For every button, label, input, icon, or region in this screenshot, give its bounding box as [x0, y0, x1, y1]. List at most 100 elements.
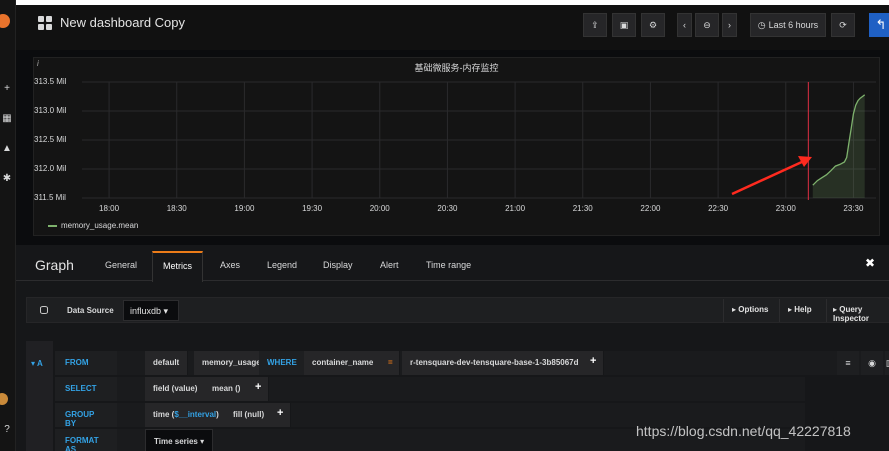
zoom-out-icon: ⊖ — [703, 19, 711, 30]
zoom-out-button[interactable]: ⊖ — [695, 13, 719, 37]
time-back-button[interactable]: ‹ — [677, 13, 692, 37]
x-axis-tick: 18:00 — [99, 204, 120, 213]
clock-icon: ◷ — [757, 19, 766, 30]
datasource-label: Data Source — [67, 306, 114, 315]
save-icon: ▣ — [619, 19, 629, 30]
options-button[interactable]: ▸ Options — [723, 299, 777, 322]
help-button[interactable]: ▸ Help — [779, 299, 820, 322]
save-button[interactable]: ▣ — [612, 13, 636, 37]
annotation-arrow-shaft — [731, 159, 805, 196]
help-icon[interactable]: ? — [0, 423, 14, 437]
format-as-keyword: FORMAT AS — [55, 429, 117, 451]
format-as-value: Time series — [154, 437, 198, 446]
tab-alert[interactable]: Alert — [380, 260, 399, 270]
graph-plot-area[interactable] — [34, 58, 881, 237]
where-value-segment[interactable]: r-tensquare-dev-tensquare-base-1-3b85067… — [402, 351, 588, 375]
query-from-row: FROM default memory_usage WHERE containe… — [55, 351, 889, 375]
alerting-bell-icon[interactable]: ▲ — [0, 142, 14, 156]
user-avatar[interactable] — [0, 393, 8, 405]
where-operator-segment[interactable]: = — [380, 351, 400, 375]
options-label: Options — [738, 305, 769, 314]
y-axis-tick: 312.5 Mil — [34, 135, 67, 144]
legend-series-label: memory_usage.mean — [61, 221, 139, 230]
database-icon — [40, 306, 48, 314]
gear-icon: ⚙ — [648, 19, 658, 30]
groupby-time-segment[interactable]: time ($__interval) — [145, 403, 228, 427]
configuration-gear-icon[interactable]: ✱ — [0, 172, 14, 186]
plus-icon[interactable]: + — [0, 82, 14, 96]
eye-icon: ◉ — [868, 358, 876, 368]
delete-query-button[interactable]: ▥ — [885, 351, 889, 375]
grafana-logo-icon[interactable] — [0, 14, 10, 28]
back-arrow-icon: ↰ — [875, 17, 887, 32]
where-keyword: WHERE — [259, 351, 306, 375]
dashboard-title-text: New dashboard Copy — [60, 15, 186, 30]
format-as-select[interactable]: Time series ▾ — [145, 429, 214, 451]
select-keyword: SELECT — [55, 377, 117, 401]
back-to-dashboard-button[interactable]: ↰ — [869, 13, 889, 37]
series-area-fill — [812, 94, 865, 198]
where-key-segment[interactable]: container_name — [304, 351, 383, 375]
retention-policy-segment[interactable]: default — [145, 351, 189, 375]
x-axis-tick: 22:30 — [708, 204, 729, 213]
editor-panel-type: Graph — [35, 257, 74, 273]
add-select-button[interactable]: + — [248, 377, 270, 401]
dashboard-grid-icon — [38, 15, 52, 30]
refresh-icon: ⟳ — [839, 19, 847, 30]
groupby-interval-variable: $__interval — [174, 410, 217, 419]
select-field-segment[interactable]: field (value) — [145, 377, 207, 401]
x-axis-tick: 23:00 — [775, 204, 796, 213]
chevron-left-icon: ‹ — [683, 20, 686, 30]
x-axis-tick: 23:30 — [843, 204, 864, 213]
y-axis-tick: 313.0 Mil — [34, 106, 67, 115]
query-ref-letter: A — [36, 359, 43, 368]
x-axis-tick: 21:00 — [505, 204, 526, 213]
tab-legend[interactable]: Legend — [267, 260, 297, 270]
side-menu: + ▦ ▲ ✱ ? — [0, 0, 16, 451]
select-function-segment[interactable]: mean () — [204, 377, 250, 401]
csdn-watermark: https://blog.csdn.net/qq_42227818 — [636, 423, 851, 439]
query-select-row: SELECT field (value) mean () + — [55, 377, 805, 401]
x-axis-tick: 19:30 — [302, 204, 323, 213]
x-axis-tick: 19:00 — [234, 204, 255, 213]
tab-display[interactable]: Display — [323, 260, 353, 270]
dashboard-navbar: New dashboard Copy ⇪ ▣ ⚙ ‹ ⊖ › ◷ Last 6 … — [16, 0, 889, 50]
tab-general[interactable]: General — [105, 260, 137, 270]
dashboards-icon[interactable]: ▦ — [0, 112, 14, 126]
refresh-button[interactable]: ⟳ — [831, 13, 855, 37]
caret-down-icon: ▾ — [200, 437, 205, 446]
help-label: Help — [794, 305, 812, 314]
add-groupby-button[interactable]: + — [270, 403, 292, 427]
groupby-fill-segment[interactable]: fill (null) — [225, 403, 274, 427]
hamburger-icon: ≡ — [845, 358, 851, 368]
query-ref-strip[interactable]: ▾ A — [26, 341, 53, 451]
y-axis-tick: 312.0 Mil — [34, 164, 67, 173]
query-menu-button[interactable]: ≡ — [837, 351, 859, 375]
y-axis-tick: 311.5 Mil — [34, 193, 66, 202]
x-axis-tick: 20:00 — [369, 204, 390, 213]
datasource-select[interactable]: influxdb ▾ — [123, 300, 179, 321]
close-editor-icon[interactable]: ✖ — [865, 256, 875, 270]
x-axis-tick: 21:30 — [572, 204, 593, 213]
tab-axes[interactable]: Axes — [220, 260, 240, 270]
query-ref-id[interactable]: ▾ A — [31, 359, 43, 368]
caret-down-icon: ▾ — [163, 306, 169, 316]
dashboard-title[interactable]: New dashboard Copy — [38, 15, 185, 30]
legend-item[interactable]: memory_usage.mean — [48, 221, 138, 230]
datasource-value: influxdb — [130, 306, 162, 316]
add-where-button[interactable]: + — [583, 351, 605, 375]
share-button[interactable]: ⇪ — [583, 13, 607, 37]
time-range-label: Last 6 hours — [768, 20, 819, 30]
panel-editor: Graph General Metrics Axes Legend Displa… — [16, 245, 889, 451]
x-axis-tick: 18:30 — [166, 204, 187, 213]
tab-time-range[interactable]: Time range — [426, 260, 471, 270]
query-inspector-button[interactable]: ▸ Query Inspector — [826, 299, 889, 323]
tab-metrics[interactable]: Metrics — [152, 251, 203, 282]
groupby-keyword: GROUP BY — [55, 403, 117, 428]
time-forward-button[interactable]: › — [722, 13, 737, 37]
legend-color-swatch[interactable] — [48, 224, 57, 227]
x-axis-tick: 20:30 — [437, 204, 458, 213]
toggle-query-visibility-button[interactable]: ◉ — [861, 351, 883, 375]
time-range-picker[interactable]: ◷ Last 6 hours — [750, 13, 826, 37]
settings-button[interactable]: ⚙ — [641, 13, 665, 37]
